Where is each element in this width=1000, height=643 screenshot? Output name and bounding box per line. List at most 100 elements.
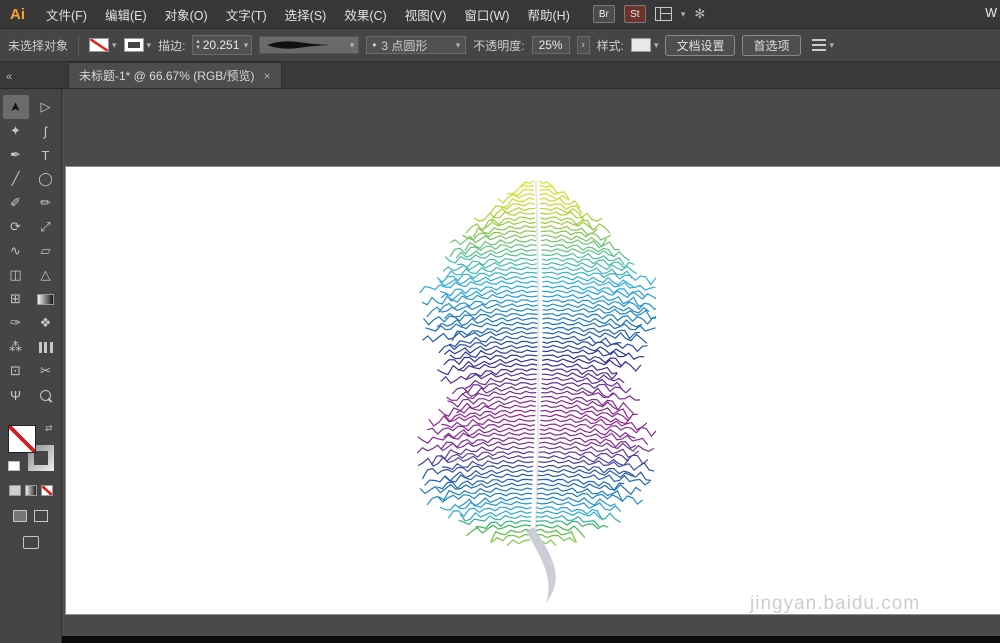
stroke-color-dropdown[interactable]: ▾ bbox=[124, 38, 152, 52]
opacity-input[interactable]: 25% bbox=[532, 36, 570, 54]
menu-help[interactable]: 帮助(H) bbox=[519, 5, 579, 24]
document-setup-button[interactable]: 文档设置 bbox=[665, 35, 735, 56]
menu-type[interactable]: 文字(T) bbox=[217, 5, 276, 24]
tool-symbol-sprayer[interactable]: ⁂ bbox=[3, 335, 29, 359]
selection-status: 未选择对象 bbox=[8, 37, 68, 54]
tool-perspective-grid[interactable]: △ bbox=[33, 263, 59, 287]
variable-width-profile-dropdown[interactable]: • 3 点圆形 ▾ bbox=[366, 36, 466, 54]
tool-line-segment[interactable]: ╱ bbox=[3, 167, 29, 191]
tool-grid: ➤ ▷ ✦ ʃ ✒ T ╱ ◯ ✐ ✏ ⟳ ⤢ ∿ ▱ ◫ △ ⊞ ✑ ❖ ⁂ bbox=[3, 95, 59, 407]
menu-object[interactable]: 对象(O) bbox=[156, 5, 217, 24]
draw-normal-icon[interactable] bbox=[13, 510, 27, 522]
profile-name: 3 点圆形 bbox=[381, 37, 427, 54]
menu-file[interactable]: 文件(F) bbox=[37, 5, 96, 24]
feather-artwork[interactable] bbox=[416, 177, 656, 609]
tool-pencil[interactable]: ✏ bbox=[33, 191, 59, 215]
gradient-icon bbox=[37, 294, 54, 305]
chevron-down-icon: ▾ bbox=[456, 41, 461, 50]
feather-spine bbox=[536, 181, 539, 529]
document-tab[interactable]: 未标题-1* @ 66.67% (RGB/预览) × bbox=[68, 62, 282, 88]
fill-stroke-widget: ⇄ bbox=[8, 425, 54, 471]
tool-lasso[interactable]: ʃ bbox=[33, 119, 59, 143]
tool-column-graph[interactable] bbox=[33, 335, 59, 359]
chevron-down-icon: ▾ bbox=[654, 41, 659, 50]
align-options-dropdown[interactable]: ▾ bbox=[812, 39, 835, 51]
fill-none-swatch bbox=[89, 38, 109, 52]
opacity-value: 25% bbox=[539, 38, 563, 52]
tool-width[interactable]: ∿ bbox=[3, 239, 29, 263]
artboard[interactable] bbox=[65, 166, 1000, 615]
stroke-weight-value[interactable]: 20.251 bbox=[203, 38, 241, 52]
tool-magic-wand[interactable]: ✦ bbox=[3, 119, 29, 143]
drawing-mode-buttons bbox=[13, 510, 48, 522]
style-swatch bbox=[631, 38, 651, 52]
menu-view[interactable]: 视图(V) bbox=[396, 5, 456, 24]
color-button[interactable] bbox=[9, 485, 21, 496]
menu-list: 文件(F) 编辑(E) 对象(O) 文字(T) 选择(S) 效果(C) 视图(V… bbox=[37, 5, 579, 24]
tool-slice[interactable]: ✂ bbox=[33, 359, 59, 383]
preferences-button[interactable]: 首选项 bbox=[742, 35, 800, 56]
tools-panel: ➤ ▷ ✦ ʃ ✒ T ╱ ◯ ✐ ✏ ⟳ ⤢ ∿ ▱ ◫ △ ⊞ ✑ ❖ ⁂ bbox=[0, 89, 62, 643]
stroke-weight-label: 描边: bbox=[158, 37, 185, 54]
brush-definition-dropdown[interactable]: ▾ bbox=[259, 36, 359, 54]
chevron-down-icon: ▾ bbox=[244, 41, 249, 50]
stroke-weight-stepper[interactable]: ▴ ▾ 20.251 ▾ bbox=[192, 35, 252, 55]
screen-mode-button[interactable] bbox=[23, 536, 39, 549]
tool-scale[interactable]: ⤢ bbox=[33, 215, 59, 239]
app-logo: Ai bbox=[10, 6, 25, 23]
fill-color-dropdown[interactable]: ▾ bbox=[89, 38, 117, 52]
tool-pen[interactable]: ✒ bbox=[3, 143, 29, 167]
down-arrow-icon[interactable]: ▾ bbox=[196, 45, 199, 51]
zoom-icon bbox=[40, 390, 51, 401]
menu-edit[interactable]: 编辑(E) bbox=[96, 5, 156, 24]
chevron-down-icon: ▾ bbox=[147, 41, 152, 50]
tool-selection[interactable]: ➤ bbox=[3, 95, 29, 119]
style-label: 样式: bbox=[597, 37, 624, 54]
main-area: ➤ ▷ ✦ ʃ ✒ T ╱ ◯ ✐ ✏ ⟳ ⤢ ∿ ▱ ◫ △ ⊞ ✑ ❖ ⁂ bbox=[0, 89, 1000, 643]
chevron-down-icon: ▾ bbox=[350, 41, 355, 50]
tool-direct-selection[interactable]: ▷ bbox=[33, 95, 59, 119]
paint-mode-buttons bbox=[9, 485, 53, 496]
chevron-down-icon[interactable]: ▾ bbox=[681, 10, 686, 19]
fill-swatch-none[interactable] bbox=[8, 425, 36, 453]
stock-button[interactable]: St bbox=[624, 5, 646, 23]
tool-artboard[interactable]: ⊡ bbox=[3, 359, 29, 383]
tool-ellipse[interactable]: ◯ bbox=[33, 167, 59, 191]
chevron-down-icon: ▾ bbox=[830, 41, 835, 50]
tool-blend[interactable]: ❖ bbox=[33, 311, 59, 335]
tool-zoom[interactable] bbox=[33, 383, 59, 407]
tool-gradient[interactable] bbox=[33, 287, 59, 311]
draw-behind-icon[interactable] bbox=[34, 510, 48, 522]
menubar-app-icons: Br St ▾ ✻ bbox=[593, 5, 705, 23]
divider bbox=[78, 35, 79, 55]
canvas-area[interactable]: jingyan.baidu.com bbox=[62, 89, 1000, 643]
opacity-panel-arrow[interactable]: › bbox=[577, 36, 590, 54]
opacity-label: 不透明度: bbox=[473, 37, 524, 54]
stepper-arrows[interactable]: ▴ ▾ bbox=[196, 39, 199, 51]
tool-free-transform[interactable]: ▱ bbox=[33, 239, 59, 263]
arrange-documents-icon[interactable] bbox=[655, 7, 672, 21]
menu-window[interactable]: 窗口(W) bbox=[455, 5, 518, 24]
column-graph-icon bbox=[39, 342, 53, 353]
tool-rotate[interactable]: ⟳ bbox=[3, 215, 29, 239]
menu-effect[interactable]: 效果(C) bbox=[335, 5, 395, 24]
tool-mesh[interactable]: ⊞ bbox=[3, 287, 29, 311]
close-icon[interactable]: × bbox=[264, 69, 271, 83]
none-button[interactable] bbox=[41, 485, 53, 496]
brush-stroke-preview bbox=[264, 39, 334, 51]
control-bar: 未选择对象 ▾ ▾ 描边: ▴ ▾ 20.251 ▾ ▾ • 3 bbox=[0, 29, 1000, 62]
profile-dot-icon: • bbox=[372, 38, 376, 52]
swap-fill-stroke-icon[interactable]: ⇄ bbox=[45, 423, 53, 434]
tool-paintbrush[interactable]: ✐ bbox=[3, 191, 29, 215]
collapse-panel-icon[interactable]: « bbox=[0, 71, 62, 88]
menu-select[interactable]: 选择(S) bbox=[276, 5, 336, 24]
sync-icon[interactable]: ✻ bbox=[694, 6, 705, 22]
bridge-button[interactable]: Br bbox=[593, 5, 615, 23]
style-dropdown[interactable]: ▾ bbox=[631, 38, 659, 52]
tool-eyedropper[interactable]: ✑ bbox=[3, 311, 29, 335]
tool-hand[interactable]: Ψ bbox=[3, 383, 29, 407]
default-swatches-icon[interactable] bbox=[8, 461, 20, 471]
tool-type[interactable]: T bbox=[33, 143, 59, 167]
tool-shape-builder[interactable]: ◫ bbox=[3, 263, 29, 287]
gradient-button[interactable] bbox=[25, 485, 37, 496]
